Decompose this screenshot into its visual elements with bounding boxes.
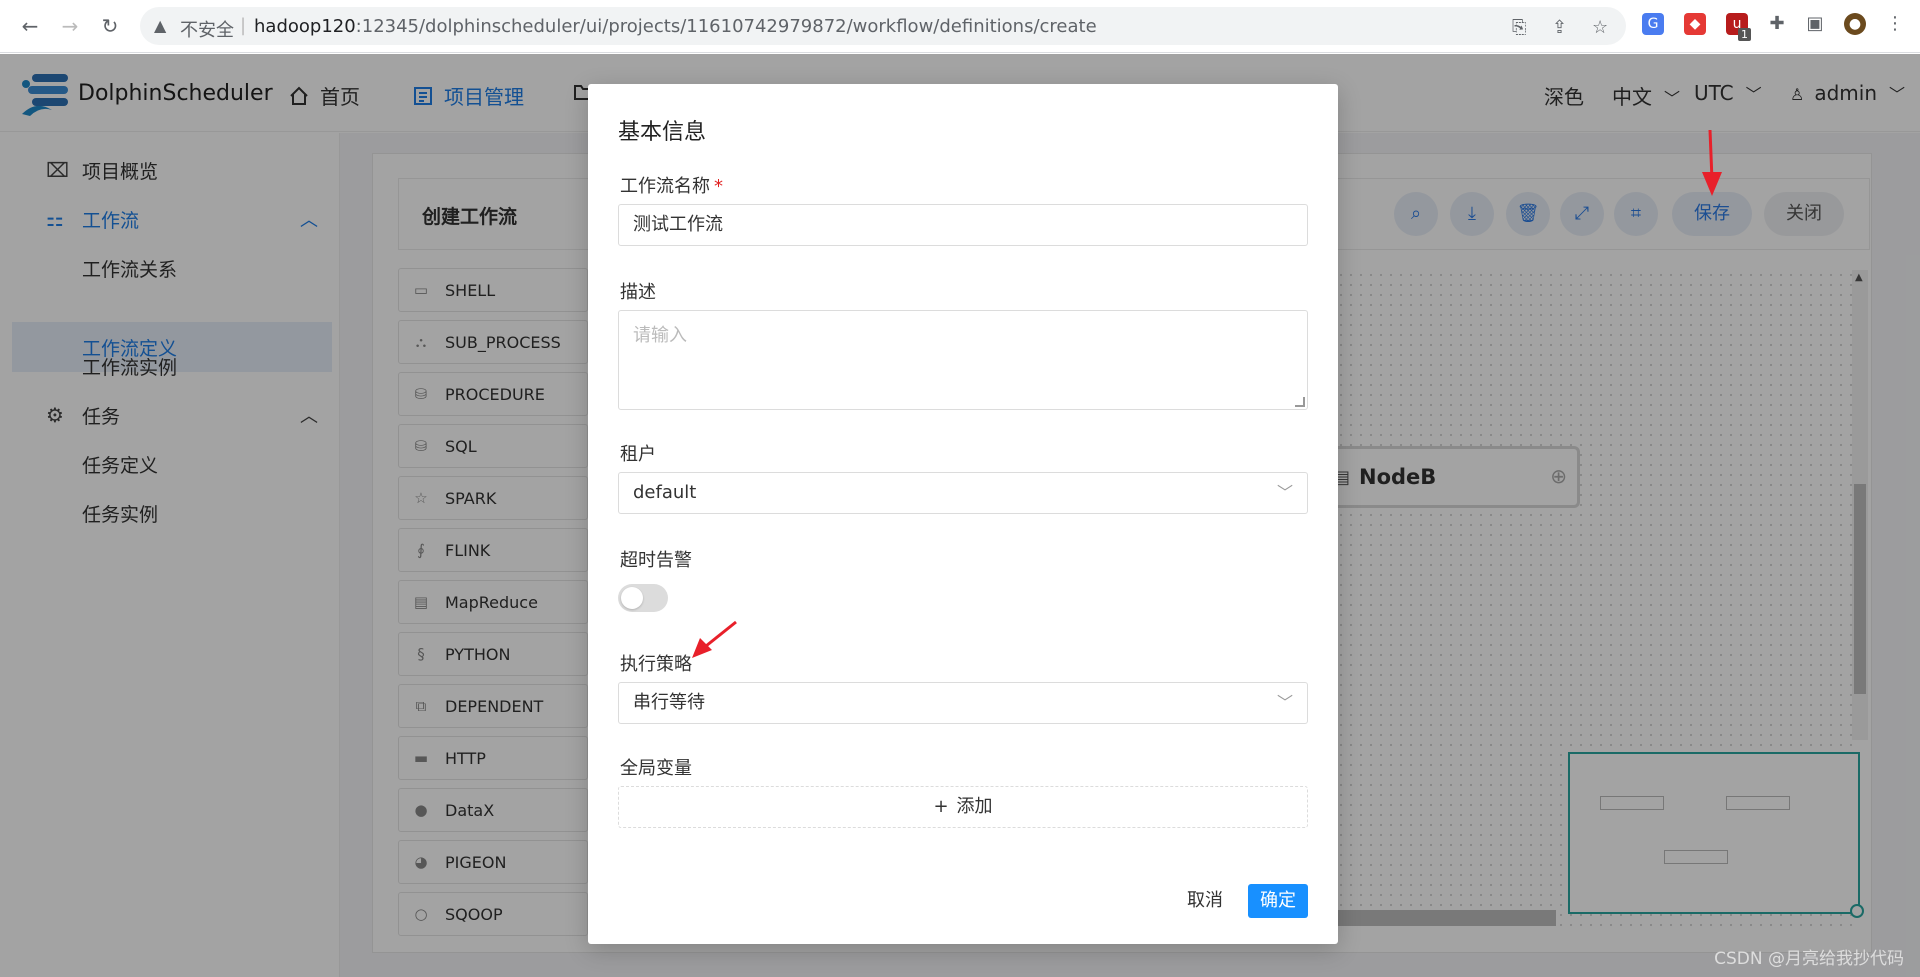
share-icon[interactable]: ⇪ [1552,17,1567,38]
timeout-alarm-switch[interactable] [618,584,668,612]
basic-info-dialog: 基本信息 工作流名称 * 测试工作流 描述 请输入 租户 default ﹀ 超时… [588,84,1338,944]
url-host: hadoop120 [254,16,356,37]
chevron-down-icon: ﹀ [1276,483,1293,502]
forward-icon[interactable]: → [58,14,82,38]
profile-avatar[interactable]: ● [1844,13,1866,35]
description-label: 描述 [620,282,656,303]
sidepanel-icon[interactable]: ▣ [1804,13,1826,35]
translate-extension-icon[interactable]: G [1642,13,1664,35]
timeout-alarm-label: 超时告警 [620,550,692,571]
execution-policy-value: 串行等待 [633,692,705,713]
workflow-name-label: 工作流名称 * [620,172,723,198]
annotation-arrow-icon [1702,129,1722,196]
tenant-label: 租户 [620,444,656,465]
add-variable-button[interactable]: + 添加 [618,786,1308,828]
plus-icon: + [933,796,949,817]
annotation-arrow-icon [692,620,737,658]
translate-icon[interactable]: ⎘ [1512,17,1526,38]
add-label: 添加 [956,796,993,817]
url-path: :12345/dolphinscheduler/ui/projects/1161… [355,16,1097,37]
tenant-select[interactable]: default ﹀ [618,472,1308,514]
extension-red-icon[interactable]: ◆ [1684,13,1706,35]
menu-kebab-icon[interactable]: ⋮ [1884,13,1906,35]
execution-policy-label: 执行策略 [620,654,692,675]
confirm-button[interactable]: 确定 [1248,884,1308,918]
chevron-down-icon: ﹀ [1276,693,1293,712]
description-placeholder: 请输入 [633,325,687,346]
puzzle-icon[interactable]: ✚ [1766,13,1788,35]
watermark: CSDN @月亮给我抄代码 [1714,949,1904,969]
extension-badge: 1 [1738,28,1751,41]
tenant-value: default [633,482,697,503]
execution-policy-select[interactable]: 串行等待 ﹀ [618,682,1308,724]
switch-knob [621,587,643,609]
bookmark-star-icon[interactable]: ☆ [1592,17,1608,38]
url-text: hadoop120:12345/dolphinscheduler/ui/proj… [254,16,1097,37]
dialog-title: 基本信息 [618,120,707,145]
global-variables-label: 全局变量 [620,758,692,779]
back-icon[interactable]: ← [18,14,42,38]
warning-icon: ▲ [154,16,167,35]
insecure-label: 不安全 [180,20,234,41]
browser-toolbar: ← → ↻ ▲ 不安全 | hadoop120:12345/dolphinsch… [0,0,1920,53]
separator: | [240,15,247,36]
address-bar[interactable]: ▲ 不安全 | hadoop120:12345/dolphinscheduler… [140,7,1626,45]
required-icon: * [714,176,723,197]
label-text: 工作流名称 [620,176,710,197]
workflow-name-input[interactable]: 测试工作流 [618,204,1308,246]
description-textarea[interactable]: 请输入 [618,310,1308,410]
cancel-button[interactable]: 取消 [1178,884,1232,918]
reload-icon[interactable]: ↻ [98,14,122,38]
resize-grip-icon[interactable] [1295,397,1305,407]
